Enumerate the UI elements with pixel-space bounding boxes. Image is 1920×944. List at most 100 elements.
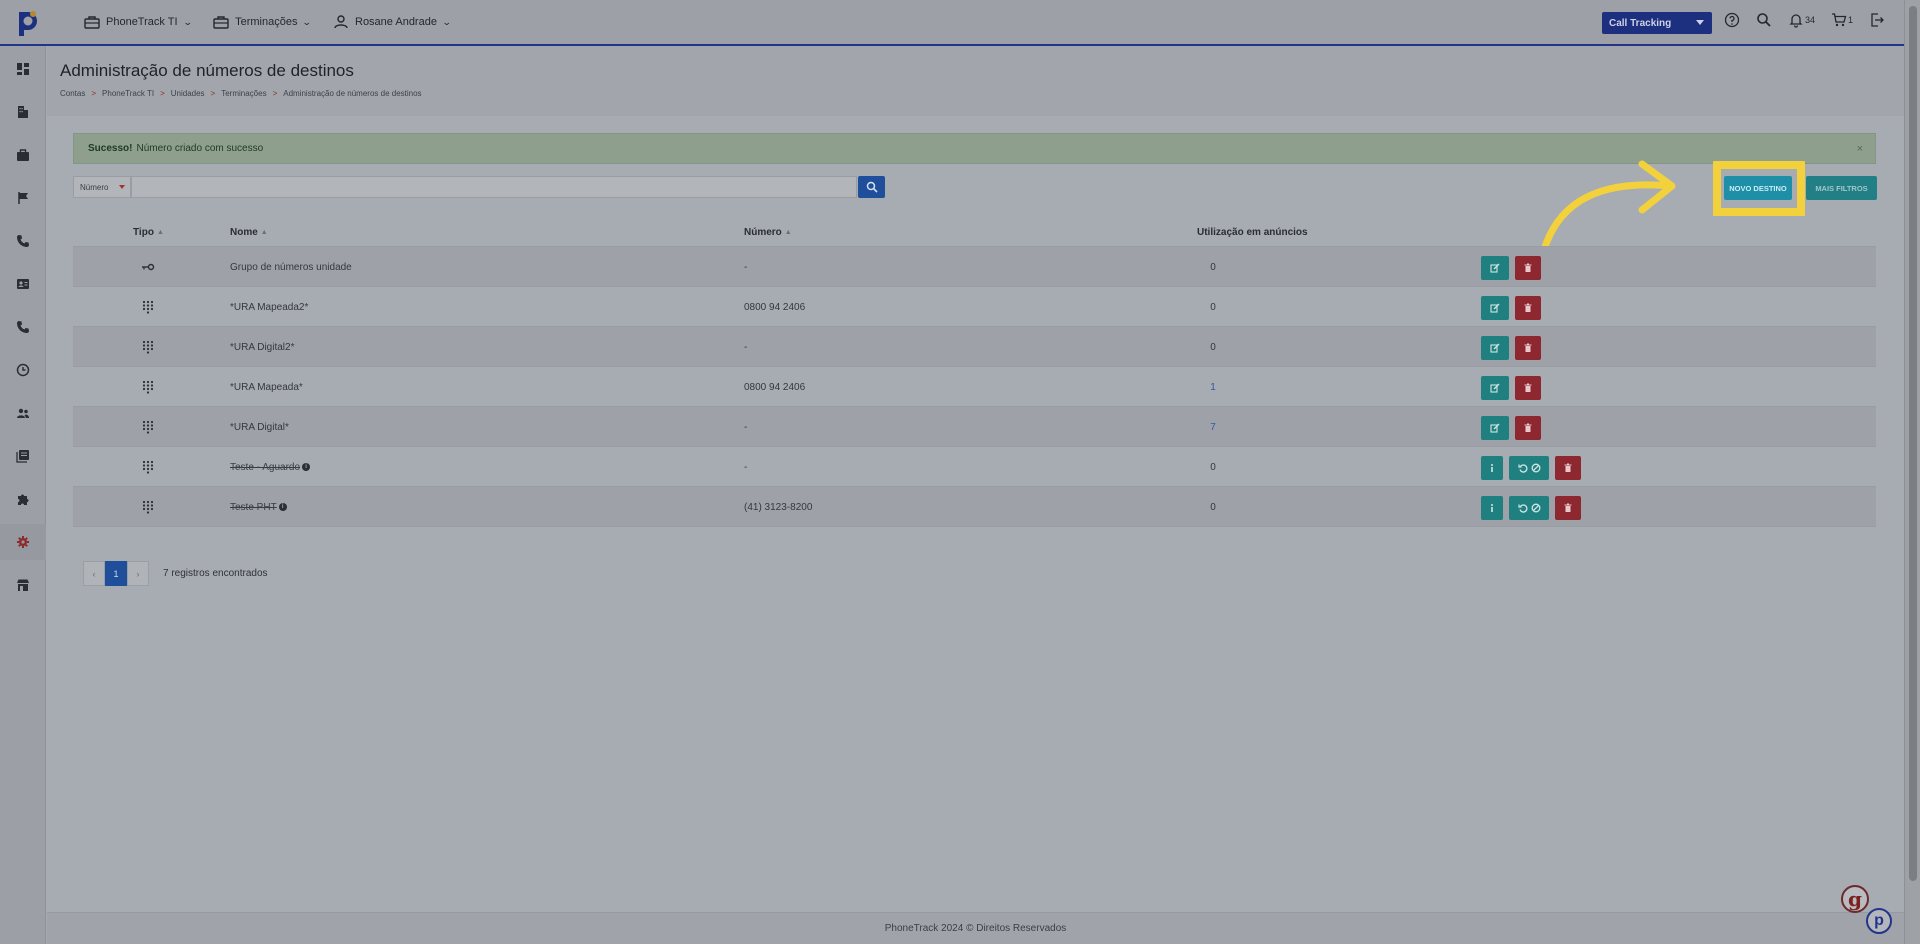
edit-button[interactable] (1481, 296, 1509, 320)
logout-button[interactable] (1869, 12, 1885, 28)
sidebar-item-contacts[interactable] (0, 266, 46, 302)
delete-button[interactable] (1515, 256, 1541, 280)
phonetrack-chat-icon[interactable]: p (1866, 908, 1892, 934)
edit-button[interactable] (1481, 256, 1509, 280)
info-icon[interactable]: i (302, 463, 311, 471)
user-icon (334, 15, 348, 29)
search-button[interactable] (1756, 12, 1772, 28)
sort-icon: ▲ (156, 229, 164, 236)
dialpad-icon (142, 500, 154, 514)
sidebar-item-campaigns[interactable] (0, 180, 46, 216)
name-cell: *URA Digital2* (230, 341, 295, 353)
sidebar-item-users[interactable] (0, 395, 46, 431)
delete-button[interactable] (1515, 376, 1541, 400)
reactivate-button[interactable] (1509, 456, 1549, 480)
chevron-down-icon: ⌄ (302, 16, 313, 27)
sidebar-item-settings[interactable] (0, 524, 46, 560)
bell-icon (1789, 14, 1803, 28)
search-input[interactable] (131, 176, 857, 198)
row-actions (1481, 416, 1541, 440)
number-cell: - (744, 421, 748, 433)
usage-cell: 0 (1210, 261, 1216, 273)
reactivate-button[interactable] (1509, 496, 1549, 520)
details-button[interactable] (1481, 496, 1503, 520)
edit-button[interactable] (1481, 336, 1509, 360)
info-icon[interactable]: i (278, 503, 287, 511)
sidebar-item-integrations[interactable] (0, 481, 46, 517)
delete-button[interactable] (1515, 336, 1541, 360)
trash-icon (1564, 503, 1572, 512)
column-header-nome[interactable]: Nome ▲ (230, 227, 268, 238)
alert-title: Sucesso! (88, 143, 133, 154)
help-button[interactable] (1724, 12, 1740, 28)
scrollbar-thumb[interactable] (1909, 6, 1917, 881)
delete-button[interactable] (1555, 456, 1581, 480)
product-select[interactable]: Call Tracking (1602, 12, 1712, 34)
column-label: Nome (230, 227, 258, 238)
book-icon (16, 450, 29, 463)
sidebar-item-reports[interactable] (0, 438, 46, 474)
breadcrumb-item[interactable]: Terminações (221, 89, 266, 98)
footer: PhoneTrack 2024 © Direitos Reservados (47, 912, 1904, 944)
edit-icon (1490, 383, 1500, 393)
nav-account-label: PhoneTrack TI (106, 16, 178, 28)
more-filters-button[interactable]: MAIS FILTROS (1806, 176, 1877, 200)
pagination-next-button[interactable]: › (127, 561, 149, 586)
phonetrack-logo[interactable] (14, 8, 40, 38)
trash-icon (1524, 383, 1532, 392)
breadcrumb-separator: > (91, 89, 97, 98)
number-cell: - (744, 341, 748, 353)
details-button[interactable] (1481, 456, 1503, 480)
usage-link[interactable]: 7 (1203, 407, 1223, 447)
trash-icon (1524, 343, 1532, 352)
page-scrollbar[interactable] (1904, 0, 1920, 944)
sidebar-item-terminations[interactable] (0, 309, 46, 345)
row-actions (1481, 336, 1541, 360)
search-icon (1757, 13, 1771, 27)
breadcrumb-item[interactable]: Contas (60, 89, 85, 98)
disabled-name: Teste PHT (230, 501, 277, 513)
pagination-page-button[interactable]: 1 (105, 561, 127, 586)
table-row: *URA Mapeada2* 0800 94 2406 0 (73, 287, 1876, 327)
new-destination-button[interactable]: NOVO DESTINO (1724, 176, 1792, 200)
page-title: Administração de números de destinos (60, 61, 354, 80)
column-header-numero[interactable]: Número ▲ (744, 227, 792, 238)
nav-user-menu[interactable]: Rosane Andrade ⌄ (333, 15, 452, 29)
sidebar-item-history[interactable] (0, 352, 46, 388)
delete-button[interactable] (1555, 496, 1581, 520)
dialpad-icon (142, 380, 154, 394)
pagination-prev-button[interactable]: ‹ (83, 561, 105, 586)
cart-button[interactable]: 1 (1831, 12, 1853, 28)
search-submit-button[interactable] (858, 176, 885, 198)
breadcrumb-item[interactable]: PhoneTrack TI (102, 89, 154, 98)
search-icon (866, 181, 878, 193)
nav-unit-label: Terminações (235, 16, 298, 28)
sidebar-item-store[interactable] (0, 567, 46, 603)
delete-button[interactable] (1515, 296, 1541, 320)
usage-link[interactable]: 1 (1203, 367, 1223, 407)
nav-unit-menu[interactable]: Terminações ⌄ (213, 15, 313, 29)
notifications-button[interactable]: 34 (1788, 12, 1815, 28)
briefcase-icon (17, 149, 29, 161)
sidebar-item-accounts[interactable] (0, 94, 46, 130)
key-icon (142, 263, 155, 271)
search-bar: Número (73, 176, 885, 198)
sidebar-item-calls[interactable] (0, 223, 46, 259)
filter-field-select[interactable]: Número (73, 176, 131, 198)
edit-button[interactable] (1481, 416, 1509, 440)
alert-close-button[interactable]: × (1857, 143, 1863, 155)
column-header-tipo[interactable]: Tipo ▲ (133, 227, 164, 238)
delete-button[interactable] (1515, 416, 1541, 440)
nav-account-menu[interactable]: PhoneTrack TI ⌄ (84, 15, 193, 29)
breadcrumb-item[interactable]: Unidades (171, 89, 205, 98)
usage-cell: 0 (1210, 301, 1216, 313)
store-icon (17, 579, 29, 591)
guide-widget-icon[interactable]: g (1841, 885, 1869, 913)
edit-button[interactable] (1481, 376, 1509, 400)
type-cell (133, 487, 163, 527)
destinations-table: Tipo ▲ Nome ▲ Número ▲ Utilização em anúnci… (73, 225, 1876, 527)
usage-cell: 0 (1210, 461, 1216, 473)
sidebar-item-units[interactable] (0, 137, 46, 173)
sidebar-item-dashboard[interactable] (0, 51, 46, 87)
chevron-down-icon: ⌄ (182, 16, 193, 27)
